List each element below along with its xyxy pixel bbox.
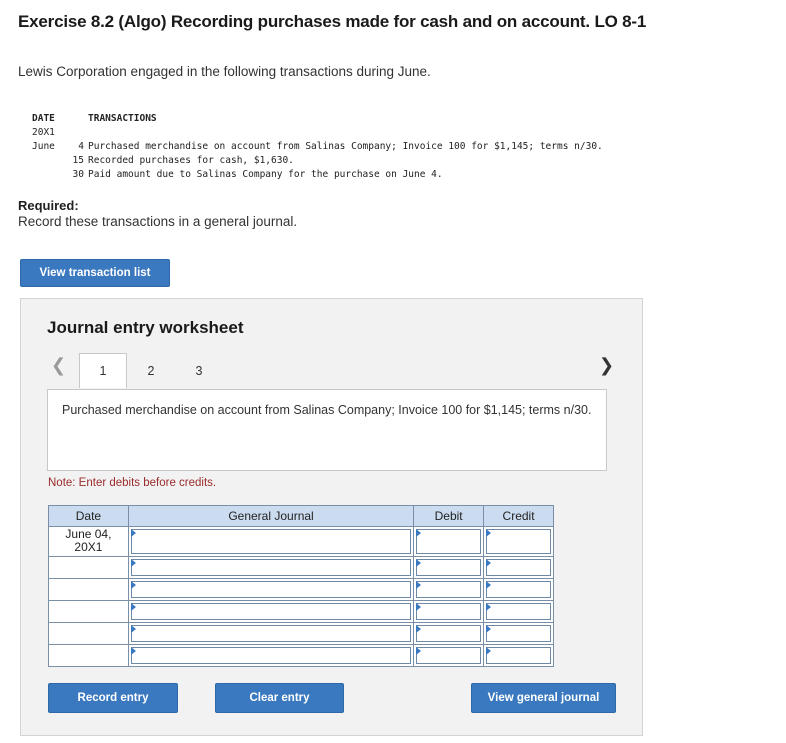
entry-date: June 04, 20X1 [48, 526, 129, 557]
worksheet-title: Journal entry worksheet [47, 318, 244, 337]
intro-text: Lewis Corporation engaged in the followi… [18, 64, 431, 79]
input-indicator-icon [486, 603, 492, 611]
journal-row [48, 600, 554, 623]
debit-credit-note: Note: Enter debits before credits. [48, 477, 217, 489]
transaction-month: June [32, 141, 55, 152]
journal-header-row: Date General Journal Debit Credit [48, 505, 554, 527]
dropdown-indicator-icon [130, 529, 136, 537]
transaction-header-row: DATE TRANSACTIONS [32, 112, 603, 126]
credit-input[interactable] [486, 529, 551, 554]
transaction-row: 30 Paid amount due to Salinas Company fo… [32, 168, 603, 182]
transaction-year: 20X1 [32, 127, 55, 138]
journal-row [48, 578, 554, 601]
journal-row [48, 644, 554, 667]
input-indicator-icon [486, 625, 492, 633]
record-entry-button[interactable]: Record entry [48, 683, 178, 713]
transaction-text: Recorded purchases for cash, $1,630. [88, 155, 294, 166]
input-indicator-icon [416, 581, 422, 589]
dropdown-indicator-icon [130, 603, 136, 611]
debit-input[interactable] [416, 581, 482, 598]
required-text: Record these transactions in a general j… [18, 214, 298, 229]
credit-input[interactable] [486, 647, 551, 664]
entry-date-cell [48, 578, 129, 601]
transaction-day: 4 [78, 141, 84, 152]
date-column-header: Date [48, 505, 129, 527]
account-select[interactable] [130, 529, 412, 554]
account-select[interactable] [130, 647, 412, 664]
transaction-text-header: TRANSACTIONS [88, 113, 157, 124]
transaction-text: Purchased merchandise on account from Sa… [88, 141, 603, 152]
general-journal-column-header: General Journal [127, 505, 415, 527]
view-general-journal-button[interactable]: View general journal [471, 683, 616, 713]
input-indicator-icon [416, 603, 422, 611]
dropdown-indicator-icon [130, 581, 136, 589]
account-select[interactable] [130, 603, 412, 620]
chevron-left-icon[interactable]: ❮ [51, 355, 66, 376]
chevron-right-icon[interactable]: ❯ [599, 355, 614, 376]
input-indicator-icon [416, 647, 422, 655]
tab-1[interactable]: 1 [79, 353, 127, 388]
input-indicator-icon [486, 647, 492, 655]
required-label: Required: [18, 198, 79, 213]
tab-2[interactable]: 2 [127, 353, 175, 388]
input-indicator-icon [486, 581, 492, 589]
dropdown-indicator-icon [130, 647, 136, 655]
credit-input[interactable] [486, 625, 551, 642]
entry-date-cell [48, 556, 129, 579]
credit-column-header: Credit [483, 505, 554, 527]
input-indicator-icon [486, 559, 492, 567]
worksheet-tabs: 1 2 3 [79, 353, 223, 388]
debit-input[interactable] [416, 529, 482, 554]
dropdown-indicator-icon [130, 625, 136, 633]
transaction-text: Paid amount due to Salinas Company for t… [88, 169, 443, 180]
clear-entry-button[interactable]: Clear entry [215, 683, 344, 713]
journal-row [48, 622, 554, 645]
input-indicator-icon [416, 625, 422, 633]
account-select[interactable] [130, 559, 412, 576]
tab-3[interactable]: 3 [175, 353, 223, 388]
transaction-row: June 4 Purchased merchandise on account … [32, 140, 603, 154]
entry-date-cell [48, 622, 129, 645]
credit-input[interactable] [486, 603, 551, 620]
transaction-date-header: DATE [32, 113, 55, 124]
input-indicator-icon [416, 559, 422, 567]
debit-input[interactable] [416, 647, 482, 664]
journal-row: June 04, 20X1 [48, 526, 554, 557]
debit-input[interactable] [416, 559, 482, 576]
transaction-day: 30 [72, 169, 84, 180]
credit-input[interactable] [486, 559, 551, 576]
journal-row [48, 556, 554, 579]
entry-date-line: 20X1 [74, 540, 103, 554]
transaction-row: 15 Recorded purchases for cash, $1,630. [32, 154, 603, 168]
view-transaction-list-button[interactable]: View transaction list [20, 259, 170, 287]
debit-input[interactable] [416, 625, 482, 642]
transaction-list: DATE TRANSACTIONS 20X1 June 4 Purchased … [32, 112, 603, 182]
transaction-day: 15 [72, 155, 84, 166]
transaction-description: Purchased merchandise on account from Sa… [47, 389, 607, 471]
account-select[interactable] [130, 581, 412, 598]
debit-input[interactable] [416, 603, 482, 620]
transaction-year-row: 20X1 [32, 126, 603, 140]
account-select[interactable] [130, 625, 412, 642]
dropdown-indicator-icon [130, 559, 136, 567]
journal-table: Date General Journal Debit Credit June 0… [48, 505, 554, 667]
input-indicator-icon [416, 529, 422, 537]
debit-column-header: Debit [413, 505, 485, 527]
page-title: Exercise 8.2 (Algo) Recording purchases … [18, 12, 647, 31]
input-indicator-icon [486, 529, 492, 537]
journal-entry-worksheet-panel: Journal entry worksheet ❮ 1 2 3 ❯ Purcha… [20, 298, 643, 736]
entry-date-cell [48, 644, 129, 667]
entry-date-cell [48, 600, 129, 623]
credit-input[interactable] [486, 581, 551, 598]
